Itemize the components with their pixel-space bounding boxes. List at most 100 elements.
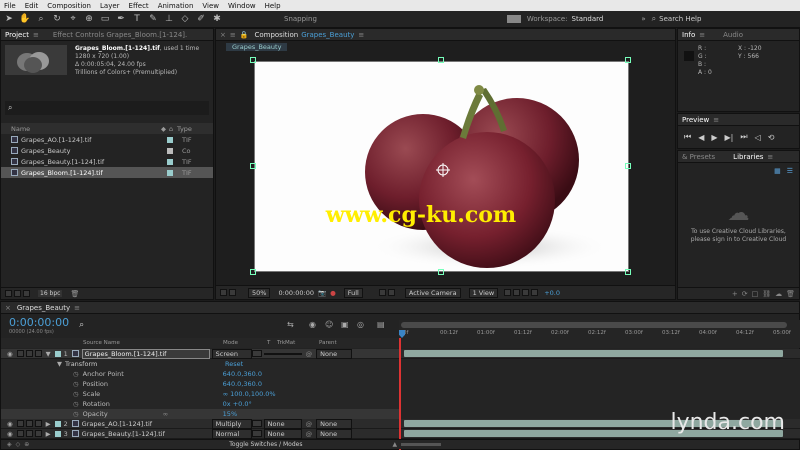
trash-icon[interactable]: 🗑 [70,290,79,298]
project-search-input[interactable]: ⌕ [5,101,209,115]
stopwatch-icon[interactable]: ◷ [73,400,79,408]
channel-icon[interactable]: ● [330,289,336,297]
col-source-name[interactable]: Source Name [83,340,223,346]
camera-select[interactable]: Active Camera [404,287,461,298]
label-swatch[interactable] [54,350,61,357]
first-frame-icon[interactable]: ⏮ [684,132,691,142]
interpret-footage-icon[interactable] [5,290,12,297]
loop-icon[interactable]: ⟲ [768,133,775,142]
workspace-menu-icon[interactable]: » [641,15,645,23]
rotate-tool-icon[interactable]: ↻ [50,12,64,26]
timeline-zoom-slider[interactable] [401,443,442,446]
tab-audio[interactable]: Audio [723,31,743,39]
view-layout-select[interactable]: 1 View [468,287,499,298]
visibility-eye-icon[interactable]: ◉ [7,430,13,438]
label-swatch[interactable] [54,430,61,437]
label-swatch[interactable] [167,158,173,165]
workspace-select[interactable]: Standard [572,15,604,23]
fast-previews-icon[interactable] [513,289,521,296]
property-value[interactable]: 640.0,360.0 [223,370,262,378]
transform-handle[interactable] [250,163,256,169]
graph-editor-icon[interactable]: ▤ [377,320,385,329]
parent-select[interactable]: None [316,428,353,439]
zoom-out-icon[interactable]: ▲ [392,441,397,448]
property-value[interactable]: 0x +0.0° [223,400,252,408]
blend-mode-select[interactable]: Screen [211,348,252,359]
brush-tool-icon[interactable]: ✎ [146,12,160,26]
layer-row[interactable]: ◉ ▶ 2 Grapes_AO.[1-124].tif Multiply None @ Non… [1,418,399,429]
menu-item-window[interactable]: Window [228,2,256,10]
new-folder-icon[interactable] [14,290,21,297]
project-item[interactable]: Grapes_Bloom.[1-124].tif TIF [1,167,213,178]
audio-toggle[interactable] [16,430,24,437]
zoom-select[interactable]: 50% [248,287,271,298]
lock-toggle[interactable] [34,430,42,437]
timeline-search-icon[interactable]: ⌕ [79,320,84,330]
project-item[interactable]: Grapes_AO.[1-124].tif TIF [1,134,213,145]
menu-item-view[interactable]: View [202,2,219,10]
comp-tab-label[interactable]: Composition [254,31,298,39]
comp-menu-icon[interactable]: ≡ [358,31,364,39]
close-icon[interactable]: × [220,31,226,39]
project-item[interactable]: Grapes_Beauty Co [1,145,213,156]
time-ruler[interactable]: 0f 00:12f 01:00f 01:12f 02:00f 02:12f 03:00f 03… [399,320,800,348]
pan-behind-tool-icon[interactable]: ⊕ [82,12,96,26]
stopwatch-icon[interactable]: ◷ [73,370,79,378]
trkmat-select[interactable]: None [263,418,302,429]
solo-toggle[interactable] [25,430,33,437]
layer-name[interactable]: Grapes_Bloom.[1-124].tif [81,348,210,359]
property-value[interactable]: ∞ 100.0,100.0% [223,390,276,398]
cloud-icon[interactable]: ☁ [775,290,782,298]
clone-stamp-tool-icon[interactable]: ⊥ [162,12,176,26]
twirl-down-icon[interactable]: ▼ [57,360,62,368]
camera-tool-icon[interactable]: ⌖ [66,12,80,26]
link-icon[interactable]: ⛓ [762,290,771,298]
tab-info[interactable]: Info [682,31,695,39]
transfer-controls-icon[interactable]: ◇ [16,441,21,448]
stopwatch-icon[interactable]: ◷ [73,390,79,398]
solo-toggle[interactable] [25,420,33,427]
puppet-tool-icon[interactable]: ✱ [210,12,224,26]
selection-tool-icon[interactable]: ➤ [2,12,16,26]
grid-view-icon[interactable]: ▦ [774,167,781,175]
transform-handle[interactable] [625,57,631,63]
tab-effects-presets[interactable]: & Presets [682,153,715,161]
tab-preview[interactable]: Preview [682,116,709,124]
project-item[interactable]: Grapes_Beauty.[1-124].tif TIF [1,156,213,167]
layer-switches-icon[interactable]: ◈ [7,441,12,448]
menu-item-file[interactable]: File [4,2,16,10]
col-name[interactable]: Name [11,125,161,133]
transform-handle[interactable] [625,163,631,169]
comp-mini-flowchart-icon[interactable]: ⇆ [287,320,294,329]
new-comp-icon[interactable] [23,290,30,297]
comp-subtab[interactable]: Grapes_Beauty [226,43,288,51]
transform-handle[interactable] [250,269,256,275]
snapping-label[interactable]: Snapping [284,15,317,23]
twirl-right-icon[interactable]: ▶ [46,430,51,438]
audio-toggle[interactable] [16,350,24,357]
work-area-bar[interactable] [401,322,787,328]
stopwatch-icon[interactable]: ◷ [73,410,79,418]
resolution-select[interactable]: Full [343,287,363,298]
parent-select[interactable]: None [316,348,353,359]
menu-item-animation[interactable]: Animation [158,2,194,10]
property-value[interactable]: 640.0,360.0 [223,380,262,388]
preserve-transparency-toggle[interactable] [251,420,262,427]
timeline-icon[interactable] [522,289,530,296]
list-view-icon[interactable]: ☰ [787,167,793,175]
comp-viewer-frame[interactable]: www.cg-ku.com [254,61,629,272]
blend-mode-select[interactable]: Normal [211,428,252,439]
bpc-button[interactable]: 16 bpc [38,290,63,297]
layer-name[interactable]: Grapes_Beauty.[1-124].tif [82,430,210,438]
region-of-interest-icon[interactable] [378,289,386,296]
transform-reset-link[interactable]: Reset [225,360,243,368]
col-t[interactable]: T [267,340,277,346]
toggle-pixel-aspect-icon[interactable] [504,289,512,296]
hand-tool-icon[interactable]: ✋ [18,12,32,26]
exposure-value[interactable]: +0.0 [544,289,560,297]
audio-toggle[interactable] [16,420,24,427]
panel-menu-icon[interactable]: ≡ [230,31,236,39]
label-swatch[interactable] [167,136,173,143]
twirl-right-icon[interactable]: ▶ [46,420,51,428]
grid-icon[interactable] [229,289,236,296]
